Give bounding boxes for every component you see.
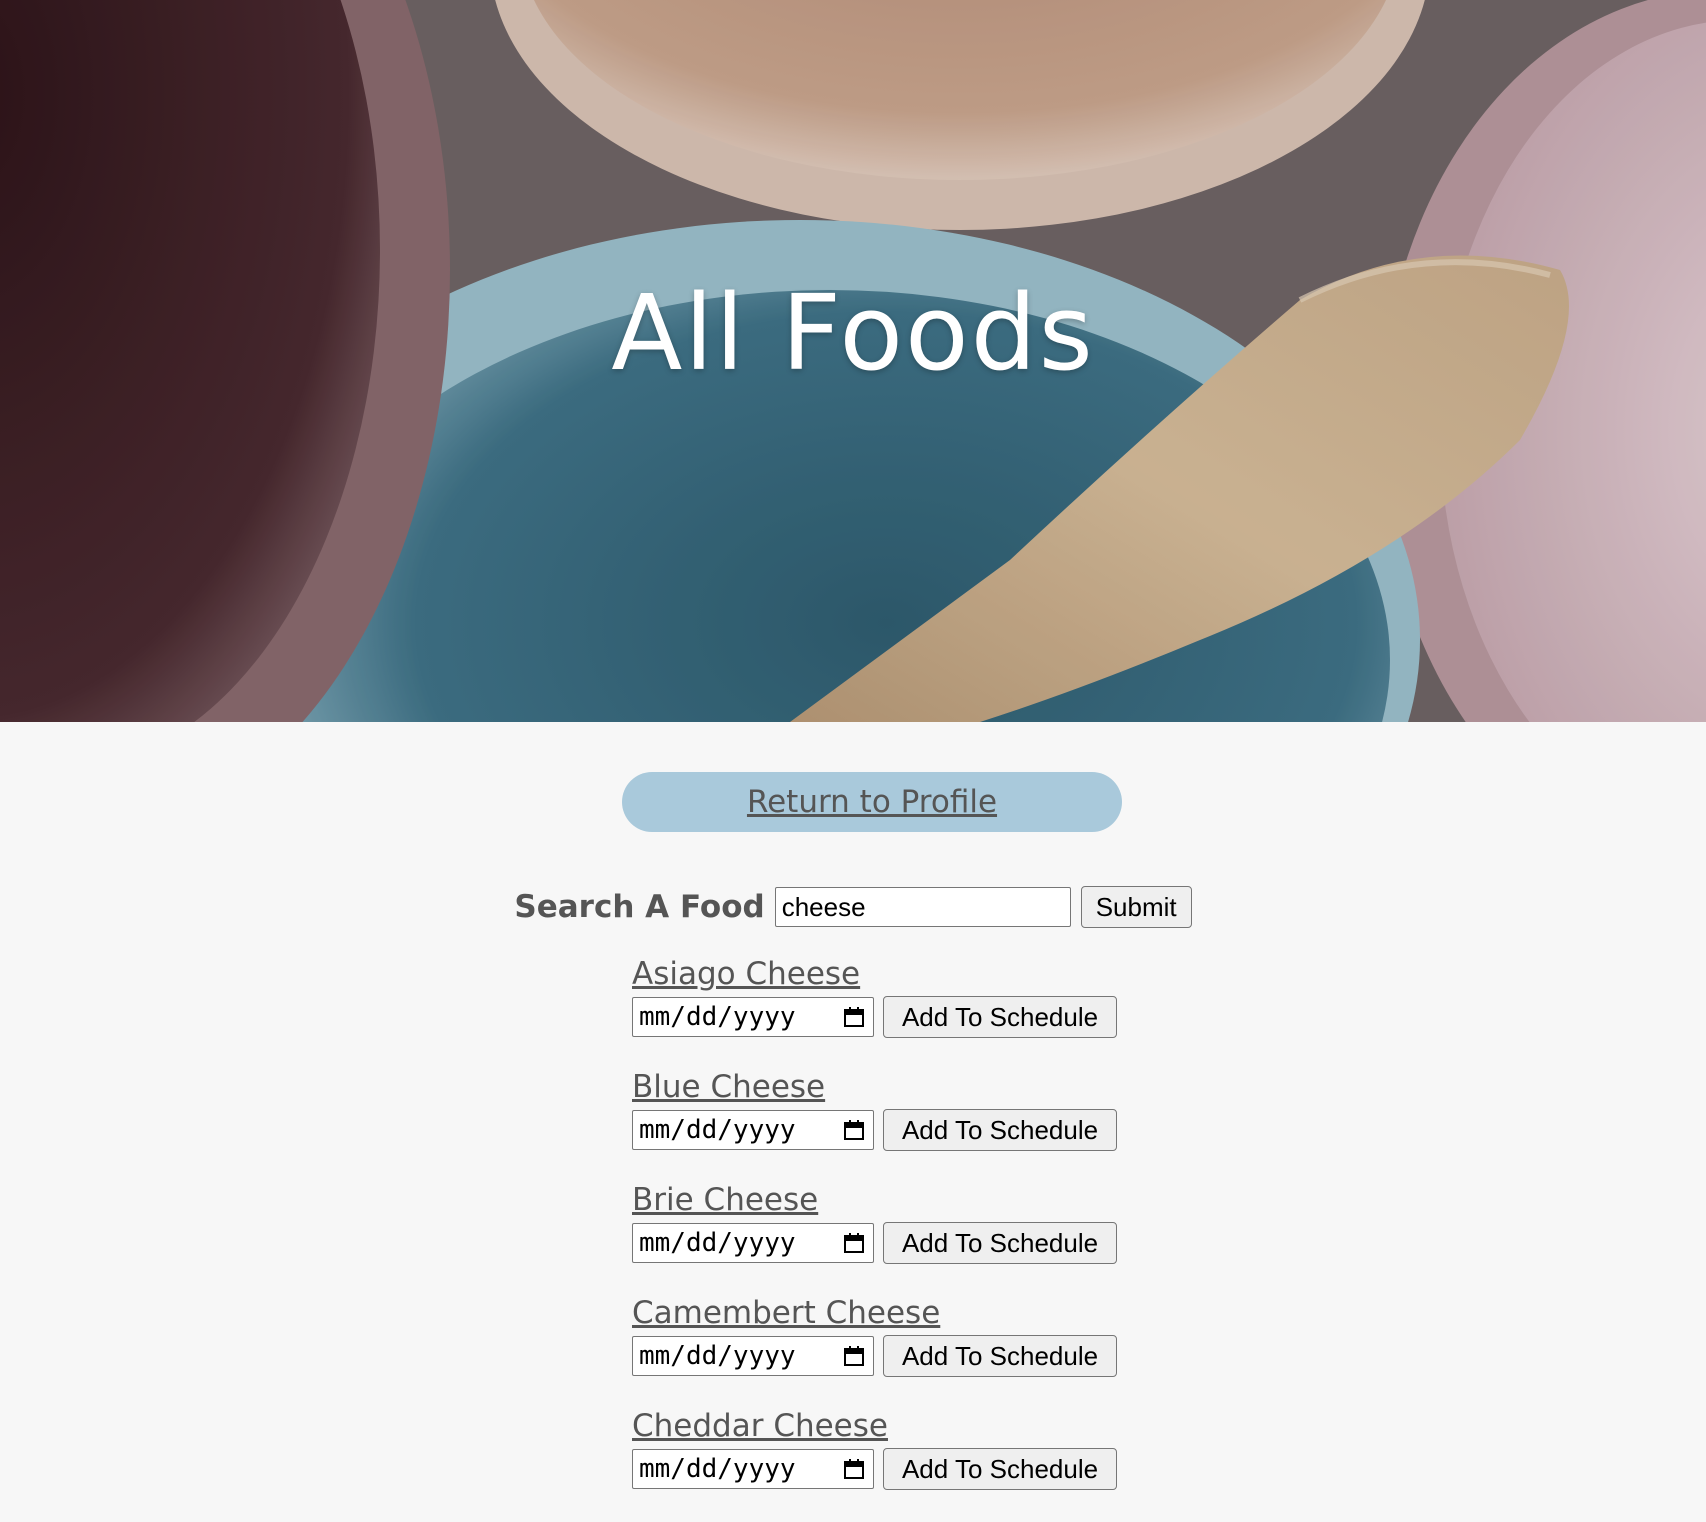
submit-button[interactable]: Submit — [1080, 886, 1192, 928]
date-placeholder: mm/dd/yyyy — [639, 1115, 796, 1145]
date-placeholder: mm/dd/yyyy — [639, 1228, 796, 1258]
return-to-profile-button[interactable]: Return to Profile — [622, 772, 1122, 832]
food-link[interactable]: Camembert Cheese — [632, 1293, 1132, 1333]
date-input[interactable]: mm/dd/yyyy — [632, 1110, 874, 1150]
food-link[interactable]: Blue Cheese — [632, 1067, 1132, 1107]
list-item: Brie Cheese mm/dd/yyyy Add To Schedule — [632, 1180, 1132, 1293]
calendar-icon[interactable] — [843, 1232, 865, 1254]
food-controls: mm/dd/yyyy Add To Schedule — [632, 1335, 1132, 1377]
hero-banner: All Foods — [0, 0, 1706, 722]
add-to-schedule-button[interactable]: Add To Schedule — [883, 996, 1117, 1038]
food-link[interactable]: Cheddar Cheese — [632, 1406, 1132, 1446]
calendar-icon[interactable] — [843, 1458, 865, 1480]
calendar-icon[interactable] — [843, 1119, 865, 1141]
list-item: Blue Cheese mm/dd/yyyy Add To Schedule — [632, 1067, 1132, 1180]
page-title: All Foods — [611, 272, 1095, 394]
search-label: Search A Food — [514, 889, 765, 925]
food-controls: mm/dd/yyyy Add To Schedule — [632, 1448, 1132, 1490]
food-controls: mm/dd/yyyy Add To Schedule — [632, 1222, 1132, 1264]
add-to-schedule-button[interactable]: Add To Schedule — [883, 1335, 1117, 1377]
date-input[interactable]: mm/dd/yyyy — [632, 1449, 874, 1489]
calendar-icon[interactable] — [843, 1345, 865, 1367]
date-input[interactable]: mm/dd/yyyy — [632, 997, 874, 1037]
add-to-schedule-button[interactable]: Add To Schedule — [883, 1222, 1117, 1264]
list-item: Asiago Cheese mm/dd/yyyy Add To Schedule — [632, 954, 1132, 1067]
food-link[interactable]: Brie Cheese — [632, 1180, 1132, 1220]
food-controls: mm/dd/yyyy Add To Schedule — [632, 1109, 1132, 1151]
list-item: Cheddar Cheese mm/dd/yyyy Add To Schedul… — [632, 1406, 1132, 1519]
calendar-icon[interactable] — [843, 1006, 865, 1028]
add-to-schedule-button[interactable]: Add To Schedule — [883, 1448, 1117, 1490]
food-link[interactable]: Asiago Cheese — [632, 954, 1132, 994]
date-input[interactable]: mm/dd/yyyy — [632, 1223, 874, 1263]
food-list: Asiago Cheese mm/dd/yyyy Add To Schedule… — [632, 954, 1132, 1519]
date-placeholder: mm/dd/yyyy — [639, 1454, 796, 1484]
date-input[interactable]: mm/dd/yyyy — [632, 1336, 874, 1376]
list-item: Camembert Cheese mm/dd/yyyy Add To Sched… — [632, 1293, 1132, 1406]
add-to-schedule-button[interactable]: Add To Schedule — [883, 1109, 1117, 1151]
search-input[interactable] — [774, 887, 1071, 927]
date-placeholder: mm/dd/yyyy — [639, 1341, 796, 1371]
food-controls: mm/dd/yyyy Add To Schedule — [632, 996, 1132, 1038]
search-form: Search A Food Submit — [0, 885, 1706, 929]
date-placeholder: mm/dd/yyyy — [639, 1002, 796, 1032]
